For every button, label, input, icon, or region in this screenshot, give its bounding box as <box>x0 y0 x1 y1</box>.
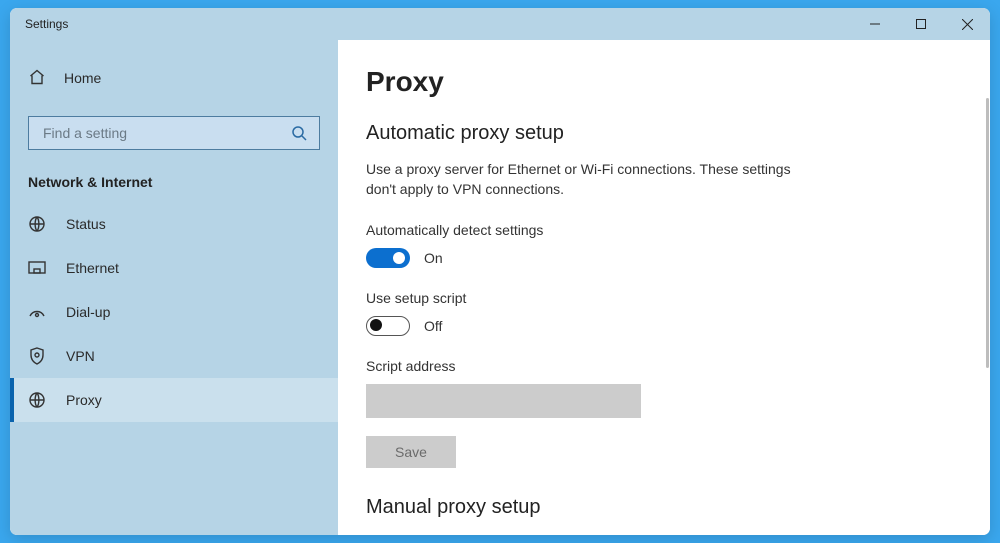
setup-script-state: Off <box>424 318 442 334</box>
window-controls <box>852 8 990 40</box>
manual-description: Use a proxy server for Ethernet or Wi-Fi… <box>366 533 806 535</box>
auto-detect-label: Automatically detect settings <box>366 222 962 238</box>
auto-detect-state: On <box>424 250 443 266</box>
ethernet-icon <box>28 259 46 277</box>
sidebar-item-status[interactable]: Status <box>10 202 338 246</box>
sidebar-home-label: Home <box>64 70 101 86</box>
save-button[interactable]: Save <box>366 436 456 468</box>
content-scroll[interactable]: Proxy Automatic proxy setup Use a proxy … <box>338 40 990 535</box>
main-pane: Proxy Automatic proxy setup Use a proxy … <box>338 40 990 535</box>
sidebar-item-label: Status <box>66 216 106 232</box>
dialup-icon <box>28 303 46 321</box>
sidebar-nav: Status Ethernet Dial-up <box>10 202 338 422</box>
shield-icon <box>28 347 46 365</box>
sidebar-section-label: Network & Internet <box>10 150 338 202</box>
maximize-button[interactable] <box>898 8 944 40</box>
page-title: Proxy <box>366 66 962 98</box>
sidebar-item-label: Ethernet <box>66 260 119 276</box>
search-input[interactable] <box>41 124 291 142</box>
manual-section-title: Manual proxy setup <box>366 496 962 519</box>
sidebar-item-label: Proxy <box>66 392 102 408</box>
sidebar-item-ethernet[interactable]: Ethernet <box>10 246 338 290</box>
settings-window: Settings Home <box>10 8 990 535</box>
setup-script-row: Off <box>366 316 962 336</box>
automatic-description: Use a proxy server for Ethernet or Wi-Fi… <box>366 159 806 200</box>
sidebar-item-vpn[interactable]: VPN <box>10 334 338 378</box>
globe-icon <box>28 391 46 409</box>
setup-script-label: Use setup script <box>366 290 962 306</box>
script-address-label: Script address <box>366 358 962 374</box>
sidebar: Home Network & Internet Status <box>10 40 338 535</box>
sidebar-item-proxy[interactable]: Proxy <box>10 378 338 422</box>
close-icon <box>962 19 973 30</box>
automatic-section-title: Automatic proxy setup <box>366 122 962 145</box>
search-icon <box>291 125 307 141</box>
search-box[interactable] <box>28 116 320 150</box>
client-area: Home Network & Internet Status <box>10 40 990 535</box>
sidebar-home[interactable]: Home <box>10 58 338 98</box>
titlebar: Settings <box>10 8 990 40</box>
sidebar-item-label: VPN <box>66 348 95 364</box>
maximize-icon <box>916 19 926 29</box>
scrollbar[interactable] <box>986 98 989 368</box>
save-button-label: Save <box>395 444 427 460</box>
close-button[interactable] <box>944 8 990 40</box>
auto-detect-row: On <box>366 248 962 268</box>
sidebar-item-dialup[interactable]: Dial-up <box>10 290 338 334</box>
setup-script-toggle[interactable] <box>366 316 410 336</box>
script-address-input[interactable] <box>366 384 641 418</box>
minimize-button[interactable] <box>852 8 898 40</box>
auto-detect-toggle[interactable] <box>366 248 410 268</box>
window-title: Settings <box>10 17 852 31</box>
home-icon <box>28 68 46 89</box>
globe-status-icon <box>28 215 46 233</box>
minimize-icon <box>870 19 880 29</box>
sidebar-item-label: Dial-up <box>66 304 110 320</box>
